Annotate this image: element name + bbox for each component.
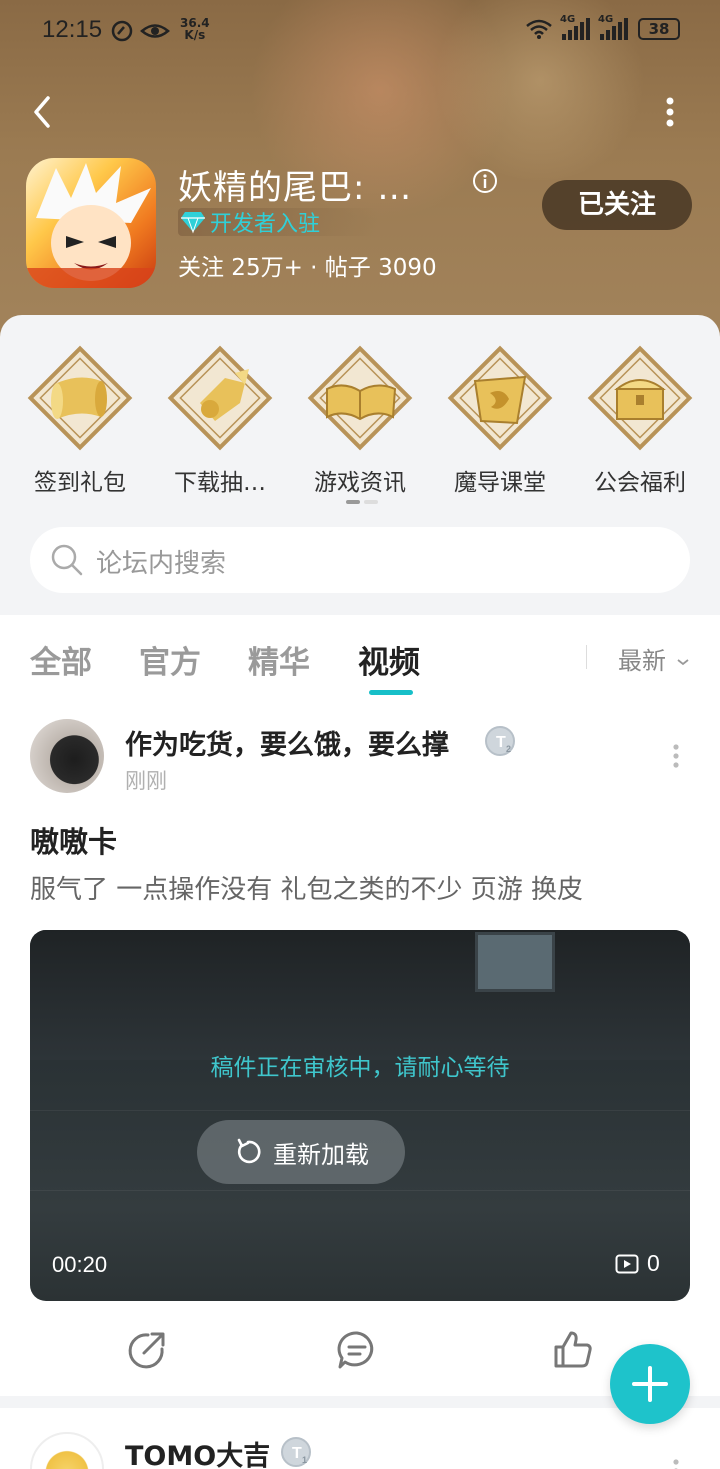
feature-magic-class[interactable]: 魔导课堂 [432, 343, 568, 497]
sort-dropdown[interactable]: 最新 [618, 641, 690, 676]
download-gift-icon [167, 345, 273, 451]
post-time: 刚刚 [125, 769, 167, 793]
battery-icon: 38 [638, 18, 680, 40]
signal-1: 4G [560, 14, 590, 40]
svg-text:1: 1 [302, 1455, 307, 1465]
feature-guild-welfare[interactable]: 公会福利 [572, 343, 708, 497]
feature-label: 下载抽… [174, 470, 266, 496]
book-icon [307, 345, 413, 451]
post-title[interactable]: 嗷嗷卡 [30, 819, 117, 861]
signal-2: 4G [598, 14, 628, 40]
feature-checkin-gift[interactable]: 签到礼包 [12, 343, 148, 497]
game-character-art [26, 163, 156, 288]
signal-2-label: 4G [598, 14, 614, 25]
status-time: 12:15 [42, 16, 103, 43]
game-title: 妖精的尾巴: … [178, 168, 413, 208]
developer-badge-label: 开发者入驻 [210, 212, 321, 237]
back-arrow-icon[interactable] [26, 92, 62, 132]
chevron-down-icon [677, 659, 689, 666]
status-bar: 12:15 36.4 K/s 4G 4G 38 [0, 0, 720, 62]
play-count-value: 0 [647, 1250, 660, 1276]
tab-featured[interactable]: 精华 [248, 637, 310, 682]
signal-1-label: 4G [560, 14, 576, 25]
tab-divider [586, 645, 587, 669]
post-author[interactable]: TOMO大吉 [125, 1434, 270, 1469]
tab-all[interactable]: 全部 [30, 637, 92, 682]
post-card[interactable]: 作为吃货，要么饿，要么撑 T 2 刚刚 嗷嗷卡 服气了 一点操作没有 礼包之类的… [0, 699, 720, 1396]
feature-game-news[interactable]: 游戏资讯 [292, 343, 428, 497]
video-frame-floor [30, 1190, 690, 1191]
feature-download-lottery[interactable]: 下载抽… [152, 343, 288, 497]
active-tab-indicator [369, 690, 413, 695]
user-level-badge-icon: T 2 [485, 726, 515, 756]
diamond-icon [181, 212, 205, 234]
post-more-icon[interactable] [670, 1458, 682, 1469]
video-player[interactable]: 稿件正在审核中，请耐心等待 重新加载 00:20 0 [30, 930, 690, 1301]
feature-label: 游戏资讯 [314, 470, 406, 496]
tab-video[interactable]: 视频 [358, 637, 420, 682]
feature-label: 公会福利 [594, 470, 686, 496]
follow-post-stats: 关注 25万+ · 帖子 3090 [178, 255, 437, 281]
plus-icon [632, 1366, 668, 1402]
tab-official[interactable]: 官方 [139, 637, 201, 682]
network-speed-unit: K/s [184, 28, 206, 42]
like-thumbs-up-icon[interactable] [552, 1329, 594, 1371]
reload-button[interactable]: 重新加载 [197, 1120, 405, 1184]
network-speed: 36.4 K/s [180, 17, 210, 41]
status-icons: 4G 4G 38 [526, 14, 680, 40]
video-play-count: 0 [615, 1250, 660, 1277]
comment-icon[interactable] [336, 1329, 378, 1371]
search-placeholder: 论坛内搜索 [96, 549, 227, 579]
status-activity-icons [111, 20, 170, 42]
wifi-icon [526, 19, 552, 39]
feature-label: 魔导课堂 [454, 470, 546, 496]
svg-text:T: T [292, 1445, 302, 1462]
post-author[interactable]: 作为吃货，要么饿，要么撑 [125, 723, 449, 762]
game-app-icon [26, 158, 156, 288]
create-post-button[interactable] [610, 1344, 690, 1424]
video-frame-wall [30, 930, 690, 1060]
user-level-badge-icon: T 1 [281, 1437, 311, 1467]
reload-label: 重新加载 [273, 1140, 369, 1169]
info-icon[interactable] [472, 168, 498, 194]
post-body[interactable]: 服气了 一点操作没有 礼包之类的不少 页游 换皮 [30, 869, 583, 906]
treasure-chest-icon [587, 345, 693, 451]
avatar[interactable] [30, 719, 104, 793]
scroll-icon [27, 345, 133, 451]
post-tabs: 全部 官方 精华 视频 最新 [0, 615, 720, 699]
video-play-icon [615, 1254, 639, 1273]
post-more-icon[interactable] [670, 743, 682, 769]
forum-search-bar[interactable]: 论坛内搜索 [30, 527, 690, 593]
avatar[interactable] [30, 1432, 104, 1469]
guild-emblem-icon [447, 345, 553, 451]
sort-label: 最新 [618, 647, 666, 675]
developer-badge[interactable]: 开发者入驻 [178, 208, 378, 237]
feature-shortcuts: 签到礼包 下载抽… 游戏资讯 魔导课堂 公会福利 [12, 343, 708, 497]
game-header: 12:15 36.4 K/s 4G 4G 38 妖精的尾巴: … 开发者入驻 关… [0, 0, 720, 340]
follow-button[interactable]: 已关注 [542, 180, 692, 230]
feature-page-indicator [346, 500, 378, 504]
search-icon [51, 544, 83, 576]
video-review-message: 稿件正在审核中，请耐心等待 [210, 1055, 510, 1081]
svg-text:2: 2 [506, 744, 511, 754]
video-frame-floor [30, 1110, 690, 1111]
share-icon[interactable] [126, 1329, 168, 1371]
more-vertical-icon[interactable] [656, 92, 684, 132]
refresh-icon [237, 1138, 261, 1164]
video-duration: 00:20 [52, 1252, 108, 1277]
feature-panel: 签到礼包 下载抽… 游戏资讯 魔导课堂 公会福利 论坛内搜索 [0, 315, 720, 615]
feature-label: 签到礼包 [34, 470, 126, 496]
video-frame-board [475, 932, 555, 992]
svg-text:T: T [496, 734, 506, 751]
